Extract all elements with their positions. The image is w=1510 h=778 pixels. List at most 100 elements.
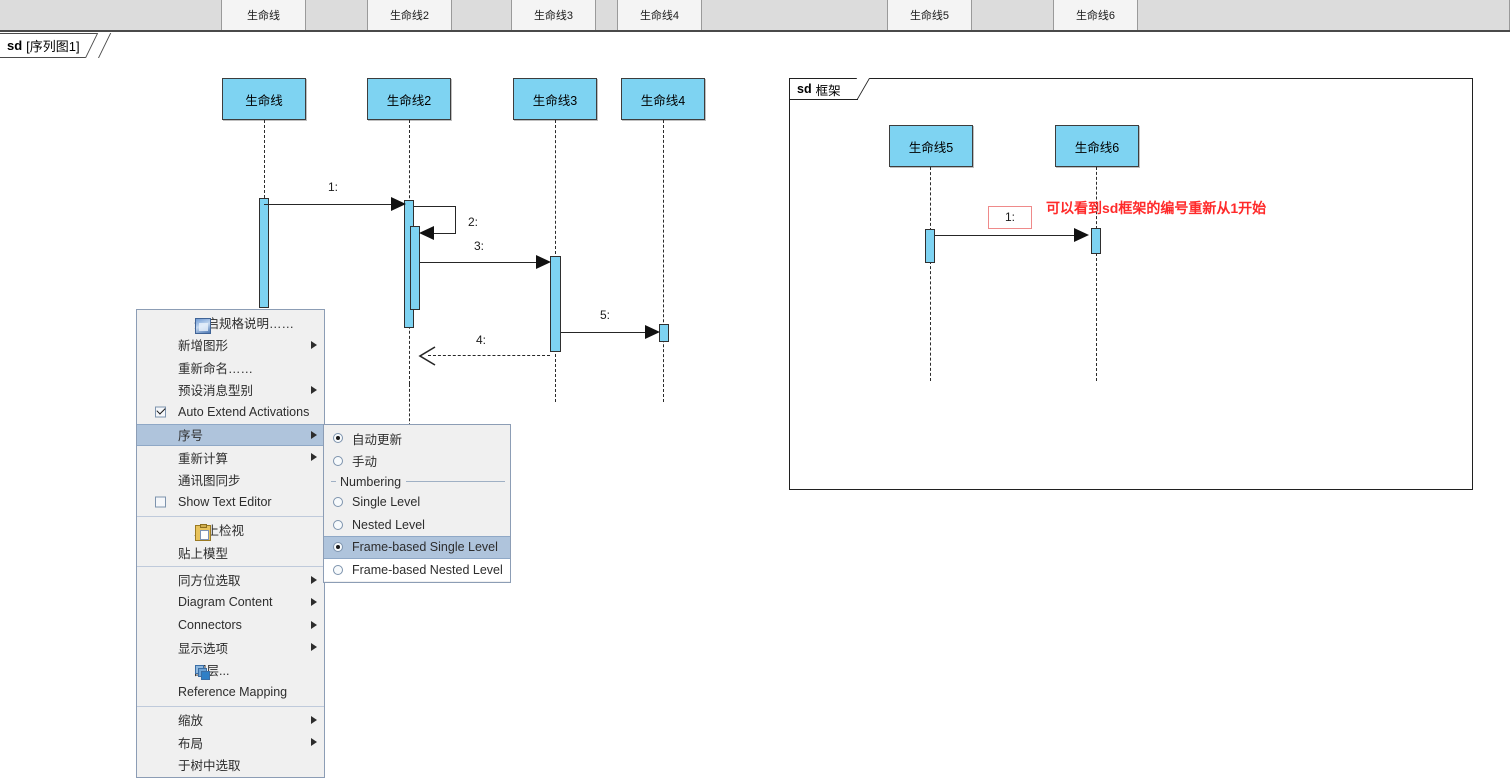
lifeline-head-6[interactable]: 生命线6 [1055,125,1139,167]
lifeline-stem-5-lower [930,261,931,381]
menu-item-重新计算[interactable]: 重新计算 [137,446,324,469]
lifeline-head-4[interactable]: 生命线4 [621,78,705,120]
column-header-生命线4[interactable]: 生命线4 [618,0,702,30]
chevron-right-icon [311,385,317,394]
message-line-5[interactable] [561,332,648,333]
menu-item-开启规格说明-[interactable]: 开启规格说明…… [137,311,324,334]
lifeline-stem-3-lower [555,354,556,402]
menu-item-预设消息型别[interactable]: 预设消息型别 [137,379,324,402]
menu-item-auto-extend-activations[interactable]: Auto Extend Activations [137,401,324,424]
numbering-submenu[interactable]: 自动更新 手动 Numbering Single Level Nested Level F… [323,424,511,583]
menu-item-label: 新增图形 [178,339,229,354]
menu-separator [137,565,324,567]
column-header-生命线5[interactable]: 生命线5 [888,0,972,30]
diagram-tab-keyword: sd [7,38,23,53]
menu-item-label: Connectors [178,617,242,632]
radio-unselected-icon[interactable] [333,519,343,530]
menu-item-diagram-content[interactable]: Diagram Content [137,591,324,614]
submenu-item-label: 手动 [352,455,378,470]
lifeline-label: 生命线6 [1074,140,1120,155]
menu-item-label: 重新计算 [178,451,229,466]
message-line-2-bottom[interactable] [434,233,456,234]
menu-item-贴上模型[interactable]: 贴上模型 [137,541,324,564]
sd-frame-message-label-1[interactable]: 1: [988,206,1033,229]
layers-icon [195,665,211,681]
submenu-item-label: 自动更新 [352,432,403,447]
activation-bar-lifeline-3[interactable] [550,256,561,352]
menu-item-序号[interactable]: 序号 [137,423,324,446]
lifeline-stem-5 [930,167,931,231]
menu-item-布局[interactable]: 布局 [137,731,324,754]
submenu-item-frame-based-nested-level[interactable]: Frame-based Nested Level [324,558,510,581]
lifeline-head-3[interactable]: 生命线3 [513,78,597,120]
column-header-生命线2[interactable]: 生命线2 [368,0,452,30]
column-header-gap [702,0,888,30]
menu-item-显示选项[interactable]: 显示选项 [137,636,324,659]
message-line-4[interactable] [428,355,550,356]
numbering-group-label: Numbering [340,474,402,489]
submenu-item-自动更新[interactable]: 自动更新 [324,427,510,450]
activation-bar-lifeline-1[interactable] [259,198,269,308]
checkbox-checked-icon[interactable] [155,406,166,418]
menu-item-贴上检视[interactable]: 贴上检视 [137,519,324,541]
column-header-生命线6[interactable]: 生命线6 [1054,0,1138,30]
submenu-item-single-level[interactable]: Single Level [324,491,510,514]
lifeline-label: 生命线5 [908,140,954,155]
context-menu[interactable]: 开启规格说明…… 新增图形重新命名…… 预设消息型别 Auto Extend Acti… [136,309,325,778]
diagram-tab-name: [序列图1] [26,39,80,54]
message-line-2-top[interactable] [414,206,456,207]
radio-unselected-icon[interactable] [333,497,343,508]
checkbox-unchecked-icon[interactable] [155,496,166,508]
submenu-item-手动[interactable]: 手动 [324,450,510,473]
column-header-生命线[interactable]: 生命线 [222,0,306,30]
activation-bar-lifeline-5[interactable] [925,229,935,263]
column-header-bar: 生命线 生命线2 生命线3 生命线4 生命线5 生命线6 [0,0,1510,32]
menu-item-通讯图同步[interactable]: 通讯图同步 [137,469,324,492]
sd-frame-message-line-1[interactable] [935,235,1077,236]
lifeline-stem-3 [555,120,556,254]
lifeline-label: 生命线3 [532,93,578,108]
lifeline-head-2[interactable]: 生命线2 [367,78,451,120]
submenu-item-label: Frame-based Nested Level [352,562,503,577]
lifeline-head-1[interactable]: 生命线 [222,78,306,120]
lifeline-label: 生命线4 [640,93,686,108]
menu-item-同方位选取[interactable]: 同方位选取 [137,569,324,592]
chevron-right-icon [311,738,317,747]
activation-bar-lifeline-6[interactable] [1091,228,1101,254]
message-line-3[interactable] [420,262,540,263]
diagram-tab[interactable]: sd [序列图1] [0,33,111,58]
submenu-item-frame-based-single-level[interactable]: Frame-based Single Level [324,536,510,559]
message-label-3: 3: [474,239,485,253]
lifeline-stem-4 [663,120,664,402]
submenu-item-nested-level[interactable]: Nested Level [324,514,510,537]
menu-item-label: 缩放 [178,714,204,729]
radio-selected-icon[interactable] [333,433,343,444]
menu-item-图层-[interactable]: 图层... [137,659,324,682]
sd-frame-message-arrowhead-1 [1074,228,1089,242]
menu-item-重新命名-[interactable]: 重新命名…… [137,356,324,379]
radio-unselected-icon[interactable] [333,564,343,575]
menu-item-connectors[interactable]: Connectors [137,614,324,637]
annotation-text: 可以看到sd框架的编号重新从1开始 [1046,200,1267,216]
radio-selected-icon[interactable] [333,542,343,553]
activation-bar-lifeline-4[interactable] [659,324,669,342]
column-header-生命线3[interactable]: 生命线3 [512,0,596,30]
message-arrowhead-3 [536,255,551,269]
menu-item-于树中选取[interactable]: 于树中选取 [137,754,324,777]
lifeline-head-5[interactable]: 生命线5 [889,125,973,167]
menu-item-新增图形[interactable]: 新增图形 [137,334,324,357]
message-label-1: 1: [328,180,339,194]
menu-item-reference-mapping[interactable]: Reference Mapping [137,681,324,704]
menu-item-show-text-editor[interactable]: Show Text Editor [137,491,324,514]
column-header-gap [972,0,1054,30]
sd-frame-label-corner [844,78,870,99]
menu-item-label: Diagram Content [178,595,273,610]
chevron-right-icon [311,620,317,629]
group-rule-right [406,481,505,482]
menu-item-缩放[interactable]: 缩放 [137,709,324,732]
message-line-1[interactable] [264,204,394,205]
menu-separator [137,515,324,517]
radio-unselected-icon[interactable] [333,455,343,466]
chevron-right-icon [311,575,317,584]
message-label-2: 2: [468,215,479,229]
